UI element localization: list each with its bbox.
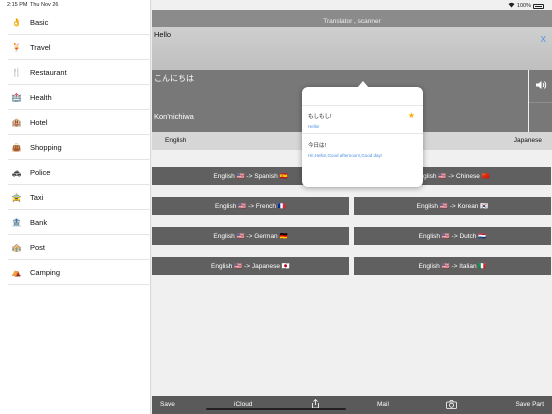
home-indicator xyxy=(206,408,346,410)
sidebar-item-restaurant[interactable]: 🍴 Restaurant xyxy=(0,60,151,85)
sidebar-item-police[interactable]: 🚓 Police xyxy=(0,160,151,185)
taxi-icon: 🚖 xyxy=(11,193,22,202)
output-side-panel xyxy=(529,102,552,132)
bottom-toolbar: Save iCloud Mail Save Part xyxy=(152,396,552,414)
save-part-button[interactable]: Save Part xyxy=(515,401,544,408)
pair-button-dutch[interactable]: English 🇺🇸 -> Dutch 🇳🇱 xyxy=(354,227,551,245)
status-right: 100% xyxy=(508,2,544,10)
hospital-icon: 🏥 xyxy=(11,93,22,102)
pair-button-korean[interactable]: English 🇺🇸 -> Korean 🇰🇷 xyxy=(354,197,551,215)
translation-romanized: Kon'nichiwa xyxy=(154,112,194,121)
sidebar-item-label: Hotel xyxy=(30,118,48,127)
icloud-button[interactable]: iCloud xyxy=(234,401,252,408)
source-language[interactable]: English xyxy=(165,137,186,144)
sidebar-item-basic[interactable]: 👌 Basic xyxy=(0,10,151,35)
cutlery-icon: 🍴 xyxy=(11,68,22,77)
sidebar-item-label: Restaurant xyxy=(30,68,67,77)
status-time: 2:15 PM xyxy=(7,2,28,8)
favorite-star-icon[interactable]: ★ xyxy=(408,111,415,120)
sidebar-item-label: Police xyxy=(30,168,51,177)
sidebar-item-label: Travel xyxy=(30,43,51,52)
cocktail-icon: 🍹 xyxy=(11,43,22,52)
status-bar: 2:15 PM Thu Nov 26 100% xyxy=(0,0,552,10)
phrase-popup: もしもし! Hello! ★ 今日は! Hi!,Hello!,Good afte… xyxy=(302,87,423,187)
sidebar: 👌 Basic 🍹 Travel 🍴 Restaurant 🏥 Health 🏨 Hote… xyxy=(0,0,151,414)
sidebar-item-label: Shopping xyxy=(30,143,62,152)
main-panel: Translator , scanner Hello X こんにちは Kon'n… xyxy=(152,0,552,414)
sidebar-item-travel[interactable]: 🍹 Travel xyxy=(0,35,151,60)
sidebar-item-hotel[interactable]: 🏨 Hotel xyxy=(0,110,151,135)
wifi-icon xyxy=(508,2,515,10)
target-language[interactable]: Japanese xyxy=(514,137,542,144)
sidebar-item-label: Post xyxy=(30,243,46,252)
mail-button[interactable]: Mail xyxy=(377,401,389,408)
sidebar-item-shopping[interactable]: 👜 Shopping xyxy=(0,135,151,160)
hotel-icon: 🏨 xyxy=(11,118,22,127)
popup-entry-translation: Hi!,Hello!,Good afternoon!,Good day! xyxy=(308,153,383,158)
pair-button-italian[interactable]: English 🇺🇸 -> Italian 🇮🇹 xyxy=(354,257,551,275)
shopping-bag-icon: 👜 xyxy=(11,143,22,152)
sidebar-item-bank[interactable]: 🏦 Bank xyxy=(0,210,151,235)
save-button[interactable]: Save xyxy=(160,401,175,408)
pair-button-japanese[interactable]: English 🇺🇸 -> Japanese 🇯🇵 xyxy=(152,257,349,275)
popup-arrow xyxy=(357,81,369,88)
popup-entry[interactable]: 今日は! Hi!,Hello!,Good afternoon!,Good day… xyxy=(308,141,382,158)
post-office-icon: 🏤 xyxy=(11,243,22,252)
sidebar-item-taxi[interactable]: 🚖 Taxi xyxy=(0,185,151,210)
sidebar-item-label: Health xyxy=(30,93,52,102)
popup-entry-translation: Hello! xyxy=(308,124,320,129)
battery-percent: 100% xyxy=(516,3,531,9)
clear-button[interactable]: X xyxy=(541,35,546,44)
popup-header xyxy=(302,87,423,106)
pair-button-german[interactable]: English 🇺🇸 -> German 🇩🇪 xyxy=(152,227,349,245)
status-date: Thu Nov 26 xyxy=(30,2,59,8)
camera-icon[interactable] xyxy=(446,400,457,411)
sidebar-item-health[interactable]: 🏥 Health xyxy=(0,85,151,110)
popup-entry-native: 今日は! xyxy=(308,143,327,149)
sidebar-item-label: Bank xyxy=(30,218,48,227)
category-list: 👌 Basic 🍹 Travel 🍴 Restaurant 🏥 Health 🏨 Hote… xyxy=(0,10,151,285)
sidebar-item-label: Basic xyxy=(30,18,49,27)
popup-divider xyxy=(302,133,423,134)
hand-icon: 👌 xyxy=(11,18,22,27)
nav-bar: Translator , scanner xyxy=(152,10,552,27)
bank-icon: 🏦 xyxy=(11,218,22,227)
source-text-input[interactable]: Hello X xyxy=(152,27,552,70)
speaker-button[interactable] xyxy=(529,70,552,102)
sidebar-item-camping[interactable]: ⛺ Camping xyxy=(0,260,151,285)
battery-icon xyxy=(533,3,544,9)
source-text: Hello xyxy=(154,30,172,39)
sidebar-item-label: Camping xyxy=(30,268,61,277)
translation-native: こんにちは xyxy=(154,74,194,83)
pair-button-french[interactable]: English 🇺🇸 -> French 🇫🇷 xyxy=(152,197,349,215)
popup-entry[interactable]: もしもし! Hello! xyxy=(308,112,332,129)
page-title: Translator , scanner xyxy=(323,18,381,25)
sidebar-item-label: Taxi xyxy=(30,193,44,202)
sidebar-item-post[interactable]: 🏤 Post xyxy=(0,235,151,260)
police-car-icon: 🚓 xyxy=(11,168,22,177)
speaker-icon xyxy=(535,77,547,95)
tent-icon: ⛺ xyxy=(11,268,22,277)
popup-entry-native: もしもし! xyxy=(308,114,332,120)
